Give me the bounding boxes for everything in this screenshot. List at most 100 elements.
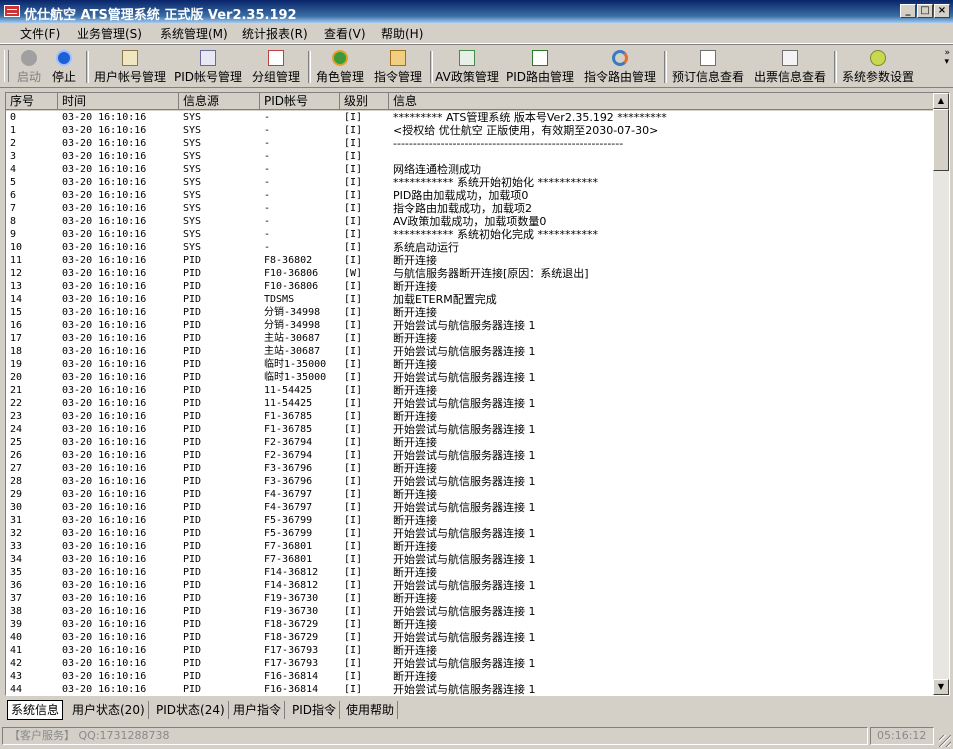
command-button[interactable]: 指令管理 bbox=[370, 47, 426, 85]
table-row[interactable]: 19 03-20 16:10:16 PID 临时1-35000 [I] 断开连接 bbox=[6, 358, 935, 371]
pid-account-button[interactable]: PID帐号管理 bbox=[172, 47, 244, 85]
cell-message: 断开连接 bbox=[393, 280, 437, 293]
menu-help[interactable]: 帮助(H) bbox=[381, 25, 423, 42]
start-button[interactable]: 启动 bbox=[12, 47, 46, 85]
pid-route-button[interactable]: PID路由管理 bbox=[504, 47, 576, 85]
table-row[interactable]: 25 03-20 16:10:16 PID F2-36794 [I] 断开连接 bbox=[6, 436, 935, 449]
table-row[interactable]: 36 03-20 16:10:16 PID F14-36812 [I] 开始尝试与航信服务… bbox=[6, 579, 935, 592]
cell-time: 03-20 16:10:16 bbox=[62, 593, 147, 604]
cell-message: 开始尝试与航信服务器连接 1 bbox=[393, 631, 536, 644]
scroll-down-icon[interactable]: ▼ bbox=[933, 679, 949, 695]
table-row[interactable]: 2 03-20 16:10:16 SYS - [I] ------------------… bbox=[6, 137, 935, 150]
table-row[interactable]: 23 03-20 16:10:16 PID F1-36785 [I] 断开连接 bbox=[6, 410, 935, 423]
minimize-button[interactable]: _ bbox=[900, 4, 916, 18]
stop-button[interactable]: 停止 bbox=[48, 47, 80, 85]
table-row[interactable]: 7 03-20 16:10:16 SYS - [I] 指令路由加载成功，加载项2 bbox=[6, 202, 935, 215]
table-row[interactable]: 28 03-20 16:10:16 PID F3-36796 [I] 开始尝试与航信服务器… bbox=[6, 475, 935, 488]
tab-pid-commands[interactable]: PID指令 bbox=[289, 701, 341, 719]
menu-view[interactable]: 查看(V) bbox=[324, 25, 366, 42]
toolbar-grip[interactable] bbox=[4, 50, 9, 82]
cell-time: 03-20 16:10:16 bbox=[62, 502, 147, 513]
scroll-thumb[interactable] bbox=[933, 109, 949, 171]
table-row[interactable]: 0 03-20 16:10:16 SYS - [I] ********* ATS管理系统 … bbox=[6, 111, 935, 124]
table-row[interactable]: 5 03-20 16:10:16 SYS - [I] *********** 系统开始初始… bbox=[6, 176, 935, 189]
tab-pid-status[interactable]: PID状态(24) bbox=[153, 701, 229, 719]
table-row[interactable]: 15 03-20 16:10:16 PID 分销-34998 [I] 断开连接 bbox=[6, 306, 935, 319]
system-settings-button[interactable]: 系统参数设置 bbox=[838, 47, 918, 85]
table-row[interactable]: 39 03-20 16:10:16 PID F18-36729 [I] 断开连接 bbox=[6, 618, 935, 631]
scroll-up-icon[interactable]: ▲ bbox=[933, 93, 949, 109]
table-row[interactable]: 6 03-20 16:10:16 SYS - [I] PID路由加载成功，加载项0 bbox=[6, 189, 935, 202]
user-account-button[interactable]: 用户帐号管理 bbox=[90, 47, 170, 85]
tab-system-info[interactable]: 系统信息 bbox=[7, 700, 64, 720]
table-row[interactable]: 9 03-20 16:10:16 SYS - [I] *********** 系统初始化完… bbox=[6, 228, 935, 241]
col-head-level[interactable]: 级别 bbox=[340, 93, 389, 110]
toolbar-overflow-icon[interactable]: » ▾ bbox=[944, 49, 950, 67]
table-row[interactable]: 44 03-20 16:10:16 PID F16-36814 [I] 开始尝试与航信服务… bbox=[6, 683, 935, 695]
col-head-source[interactable]: 信息源 bbox=[179, 93, 260, 110]
cell-level: [I] bbox=[344, 177, 363, 188]
table-row[interactable]: 22 03-20 16:10:16 PID 11-54425 [I] 开始尝试与航信服务器… bbox=[6, 397, 935, 410]
table-row[interactable]: 20 03-20 16:10:16 PID 临时1-35000 [I] 开始尝试与航信服务… bbox=[6, 371, 935, 384]
table-row[interactable]: 8 03-20 16:10:16 SYS - [I] AV政策加载成功，加载项数量0 bbox=[6, 215, 935, 228]
table-row[interactable]: 18 03-20 16:10:16 PID 主站-30687 [I] 开始尝试与航信服务器… bbox=[6, 345, 935, 358]
table-row[interactable]: 24 03-20 16:10:16 PID F1-36785 [I] 开始尝试与航信服务器… bbox=[6, 423, 935, 436]
cell-source: SYS bbox=[183, 229, 202, 240]
table-row[interactable]: 42 03-20 16:10:16 PID F17-36793 [I] 开始尝试与航信服务… bbox=[6, 657, 935, 670]
table-row[interactable]: 26 03-20 16:10:16 PID F2-36794 [I] 开始尝试与航信服务器… bbox=[6, 449, 935, 462]
table-row[interactable]: 4 03-20 16:10:16 SYS - [I] 网络连通检测成功 bbox=[6, 163, 935, 176]
resize-grip-icon[interactable] bbox=[939, 735, 951, 747]
table-row[interactable]: 37 03-20 16:10:16 PID F19-36730 [I] 断开连接 bbox=[6, 592, 935, 605]
cell-message: 断开连接 bbox=[393, 410, 437, 423]
table-row[interactable]: 33 03-20 16:10:16 PID F7-36801 [I] 断开连接 bbox=[6, 540, 935, 553]
menu-system[interactable]: 系统管理(M) bbox=[160, 25, 228, 42]
av-policy-icon bbox=[459, 50, 475, 66]
table-row[interactable]: 16 03-20 16:10:16 PID 分销-34998 [I] 开始尝试与航信服务器… bbox=[6, 319, 935, 332]
cell-message: 断开连接 bbox=[393, 670, 437, 683]
col-head-time[interactable]: 时间 bbox=[58, 93, 179, 110]
col-head-pid-account[interactable]: PID帐号 bbox=[260, 93, 340, 110]
table-row[interactable]: 40 03-20 16:10:16 PID F18-36729 [I] 开始尝试与航信服务… bbox=[6, 631, 935, 644]
table-row[interactable]: 30 03-20 16:10:16 PID F4-36797 [I] 开始尝试与航信服务器… bbox=[6, 501, 935, 514]
cell-pid-account: F2-36794 bbox=[264, 450, 313, 461]
table-row[interactable]: 17 03-20 16:10:16 PID 主站-30687 [I] 断开连接 bbox=[6, 332, 935, 345]
cell-source: SYS bbox=[183, 216, 202, 227]
menu-business[interactable]: 业务管理(S) bbox=[77, 25, 142, 42]
table-row[interactable]: 34 03-20 16:10:16 PID F7-36801 [I] 开始尝试与航信服务器… bbox=[6, 553, 935, 566]
table-row[interactable]: 43 03-20 16:10:16 PID F16-36814 [I] 断开连接 bbox=[6, 670, 935, 683]
table-row[interactable]: 12 03-20 16:10:16 PID F10-36806 [W] 与航信服务器断开连… bbox=[6, 267, 935, 280]
maximize-button[interactable]: □ bbox=[917, 4, 933, 18]
app-icon[interactable] bbox=[4, 5, 20, 17]
tab-user-commands[interactable]: 用户指令 bbox=[230, 701, 286, 719]
table-row[interactable]: 13 03-20 16:10:16 PID F10-36806 [I] 断开连接 bbox=[6, 280, 935, 293]
settings-icon bbox=[870, 50, 886, 66]
table-row[interactable]: 11 03-20 16:10:16 PID F8-36802 [I] 断开连接 bbox=[6, 254, 935, 267]
table-row[interactable]: 14 03-20 16:10:16 PID TDSMS [I] 加载ETERM配置完成 bbox=[6, 293, 935, 306]
table-row[interactable]: 1 03-20 16:10:16 SYS - [I] <授权给 优仕航空 正版使用，有效期… bbox=[6, 124, 935, 137]
group-button[interactable]: 分组管理 bbox=[248, 47, 304, 85]
col-head-message[interactable]: 信息 bbox=[389, 93, 935, 110]
table-row[interactable]: 41 03-20 16:10:16 PID F17-36793 [I] 断开连接 bbox=[6, 644, 935, 657]
booking-info-button[interactable]: 预订信息查看 bbox=[668, 47, 748, 85]
table-row[interactable]: 21 03-20 16:10:16 PID 11-54425 [I] 断开连接 bbox=[6, 384, 935, 397]
col-head-index[interactable]: 序号 bbox=[6, 93, 58, 110]
ticket-info-button[interactable]: 出票信息查看 bbox=[750, 47, 830, 85]
table-row[interactable]: 29 03-20 16:10:16 PID F4-36797 [I] 断开连接 bbox=[6, 488, 935, 501]
table-row[interactable]: 32 03-20 16:10:16 PID F5-36799 [I] 开始尝试与航信服务器… bbox=[6, 527, 935, 540]
table-row[interactable]: 31 03-20 16:10:16 PID F5-36799 [I] 断开连接 bbox=[6, 514, 935, 527]
menu-file[interactable]: 文件(F) bbox=[20, 25, 60, 42]
table-row[interactable]: 27 03-20 16:10:16 PID F3-36796 [I] 断开连接 bbox=[6, 462, 935, 475]
command-route-button[interactable]: 指令路由管理 bbox=[580, 47, 660, 85]
vertical-scrollbar[interactable]: ▲ ▼ bbox=[933, 93, 949, 695]
role-button[interactable]: 角色管理 bbox=[312, 47, 368, 85]
table-row[interactable]: 38 03-20 16:10:16 PID F19-36730 [I] 开始尝试与航信服务… bbox=[6, 605, 935, 618]
cell-level: [I] bbox=[344, 320, 363, 331]
menu-reports[interactable]: 统计报表(R) bbox=[242, 25, 308, 42]
tab-help[interactable]: 使用帮助 bbox=[343, 701, 399, 719]
table-row[interactable]: 3 03-20 16:10:16 SYS - [I] bbox=[6, 150, 935, 163]
close-button[interactable]: × bbox=[934, 4, 950, 18]
av-policy-button[interactable]: AV政策管理 bbox=[434, 47, 500, 85]
table-row[interactable]: 35 03-20 16:10:16 PID F14-36812 [I] 断开连接 bbox=[6, 566, 935, 579]
table-row[interactable]: 10 03-20 16:10:16 SYS - [I] 系统启动运行 bbox=[6, 241, 935, 254]
tab-user-status[interactable]: 用户状态(20) bbox=[69, 701, 149, 719]
